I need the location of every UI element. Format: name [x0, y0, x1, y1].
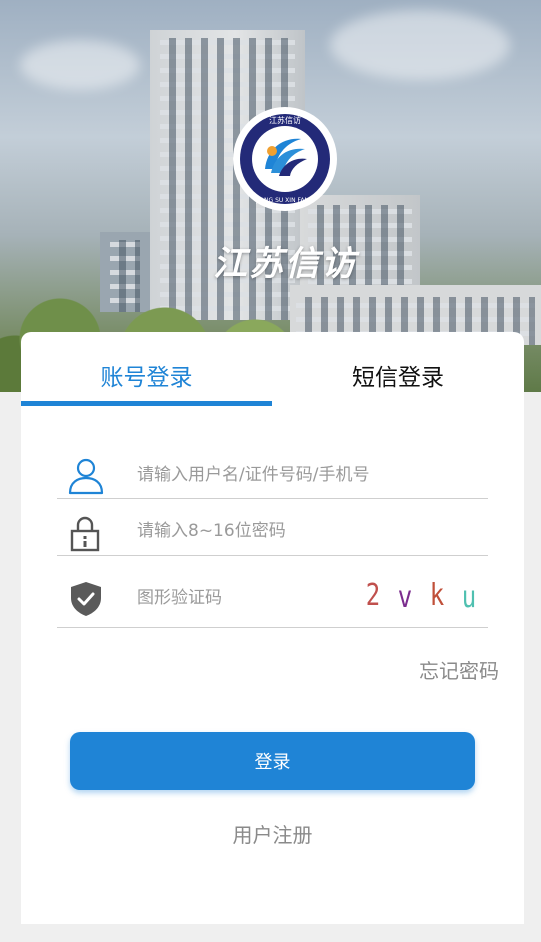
brand-title: 江苏信访 — [213, 244, 357, 284]
logo-emblem-icon: 江苏信访 JIANG SU XIN FANG — [237, 111, 333, 207]
password-field — [57, 508, 488, 556]
captcha-input[interactable] — [137, 587, 337, 609]
captcha-char: k — [429, 577, 445, 613]
captcha-char: v — [397, 579, 413, 615]
user-icon — [68, 458, 104, 495]
username-input[interactable] — [137, 464, 467, 486]
logo-text-top: 江苏信访 — [269, 115, 301, 125]
tab-account-login[interactable]: 账号登录 — [21, 358, 272, 391]
app-logo: 江苏信访 JIANG SU XIN FANG — [233, 107, 337, 211]
captcha-char: 2 — [365, 577, 381, 613]
password-input[interactable] — [137, 520, 467, 542]
username-field — [57, 452, 488, 499]
tab-sms-login[interactable]: 短信登录 — [272, 358, 524, 391]
cloud — [20, 40, 140, 90]
register-link[interactable]: 用户注册 — [21, 819, 524, 848]
captcha-char: u — [461, 579, 477, 615]
shield-check-icon — [68, 579, 104, 619]
cloud — [330, 10, 510, 80]
login-tabs: 账号登录 短信登录 — [21, 332, 524, 406]
lock-icon — [68, 514, 102, 552]
login-card: 账号登录 短信登录 请输入用户名/证件号码/手机号 图形验证码 2 v k u … — [21, 332, 524, 924]
captcha-field: 2 v k u — [57, 575, 488, 628]
forgot-password-link[interactable]: 忘记密码 — [419, 655, 499, 684]
active-tab-indicator — [21, 401, 272, 406]
logo-text-bottom: JIANG SU XIN FANG — [255, 197, 314, 204]
captcha-image[interactable]: 2 v k u — [364, 575, 478, 619]
login-button[interactable]: 登录 — [70, 732, 475, 790]
